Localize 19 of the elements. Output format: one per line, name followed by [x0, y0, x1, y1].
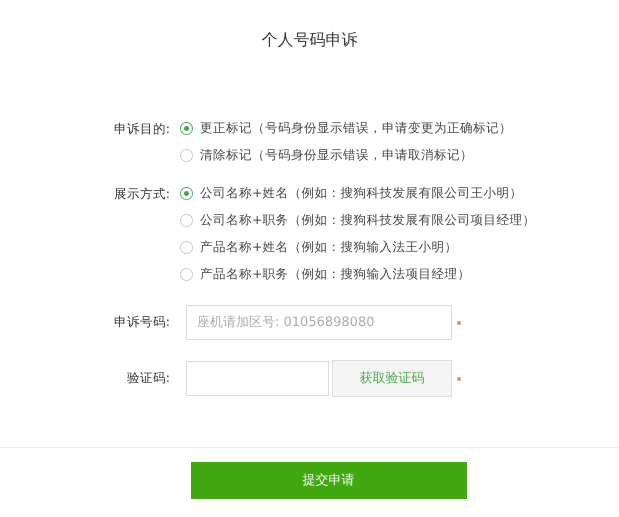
radio-button[interactable]: [180, 149, 193, 162]
radio-button[interactable]: [180, 241, 193, 254]
radio-button[interactable]: [180, 187, 193, 200]
field-label: 申诉号码:: [112, 313, 170, 332]
field-label: 展示方式:: [112, 185, 170, 203]
code-input[interactable]: [186, 361, 329, 396]
phone-input[interactable]: 座机请加区号: 01056898080: [186, 305, 452, 340]
field-label: 验证码:: [126, 369, 170, 388]
radio-option[interactable]: 清除标记（号码身份显示错误，申请取消标记）: [180, 142, 512, 169]
radio-option[interactable]: 公司名称+姓名（例如：搜狗科技发展有限公司王小明）: [180, 180, 536, 207]
radio-button[interactable]: [180, 268, 193, 281]
radio-button[interactable]: [180, 214, 193, 227]
radio-option[interactable]: 产品名称+职务（例如：搜狗输入法项目经理）: [180, 261, 536, 288]
radio-option[interactable]: 公司名称+职务（例如：搜狗科技发展有限公司项目经理）: [180, 207, 536, 234]
radio-option[interactable]: 更正标记（号码身份显示错误，申请变更为正确标记）: [180, 115, 512, 142]
radio-option[interactable]: 产品名称+姓名（例如：搜狗输入法王小明）: [180, 234, 536, 261]
radio-button[interactable]: [180, 122, 193, 135]
page-title: 个人号码申诉: [260, 29, 358, 51]
field-label: 申诉目的:: [112, 120, 170, 138]
